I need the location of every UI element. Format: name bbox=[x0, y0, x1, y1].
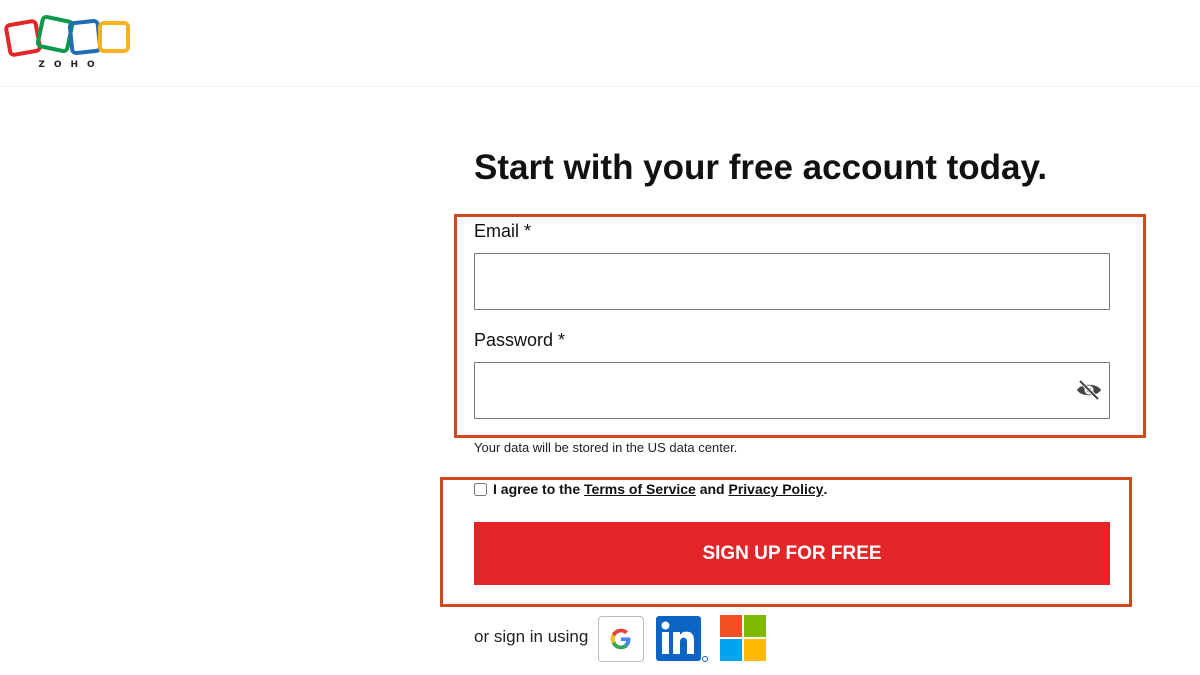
logo-wordmark: ZOHO bbox=[38, 60, 104, 70]
social-signin-label: or sign in using bbox=[474, 627, 589, 646]
linkedin-signin-button[interactable] bbox=[655, 615, 709, 663]
eye-off-icon bbox=[1077, 379, 1101, 401]
agree-suffix-text: . bbox=[823, 481, 828, 497]
agree-and-text: and bbox=[699, 481, 725, 497]
email-label: Email * bbox=[474, 221, 532, 241]
microsoft-signin-button[interactable] bbox=[720, 615, 766, 661]
toggle-password-visibility-button[interactable] bbox=[1074, 376, 1104, 404]
data-center-note: Your data will be stored in the US data … bbox=[474, 440, 738, 455]
page-title: Start with your free account today. bbox=[474, 148, 1048, 187]
google-signin-button[interactable] bbox=[598, 616, 644, 662]
zoho-logo[interactable]: ZOHO bbox=[4, 14, 132, 72]
privacy-policy-link[interactable]: Privacy Policy bbox=[729, 481, 824, 497]
google-icon bbox=[610, 628, 631, 650]
terms-checkbox[interactable] bbox=[474, 482, 487, 496]
sign-up-button[interactable]: SIGN UP FOR FREE bbox=[474, 522, 1110, 585]
terms-of-service-link[interactable]: Terms of Service bbox=[584, 481, 696, 497]
password-field[interactable] bbox=[474, 362, 1110, 419]
zoho-logo-icon bbox=[4, 14, 130, 57]
terms-agreement-row: I agree to the Terms of Service and Priv… bbox=[474, 481, 827, 497]
agree-prefix-text: I agree to the bbox=[493, 481, 581, 497]
top-header: ZOHO bbox=[0, 0, 1200, 87]
microsoft-icon bbox=[720, 615, 766, 661]
password-label: Password * bbox=[474, 330, 566, 350]
email-field[interactable] bbox=[474, 253, 1110, 310]
linkedin-icon bbox=[656, 616, 708, 662]
